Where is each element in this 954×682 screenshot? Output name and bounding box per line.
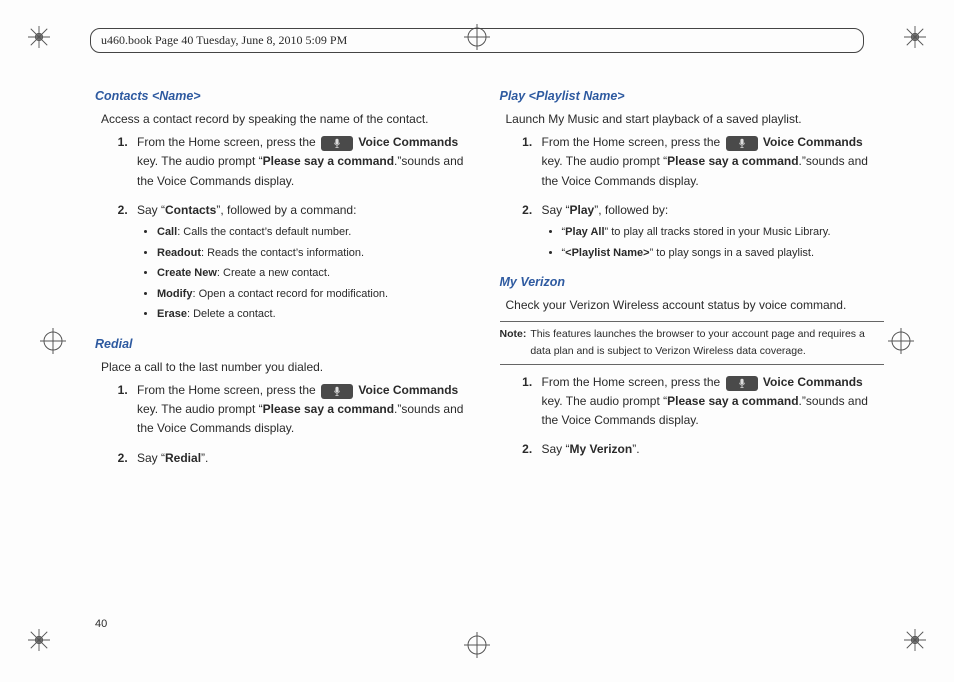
registration-mark-icon (464, 632, 490, 658)
play-step-1: From the Home screen, press the Voice Co… (536, 133, 885, 191)
verizon-steps: From the Home screen, press the Voice Co… (500, 373, 885, 460)
crop-ornament-icon (28, 26, 50, 53)
voice-commands-key-icon (726, 136, 758, 151)
verizon-step-1: From the Home screen, press the Voice Co… (536, 373, 885, 431)
list-item: Modify: Open a contact record for modifi… (157, 286, 480, 304)
list-item: Create New: Create a new contact. (157, 265, 480, 283)
framemaker-header-text: u460.book Page 40 Tuesday, June 8, 2010 … (101, 33, 347, 47)
play-step-2: Say “Play”, followed by: “Play All” to p… (536, 201, 885, 262)
redial-step-2: Say “Redial”. (131, 449, 480, 468)
note-label: Note: (500, 326, 527, 360)
crop-ornament-icon (904, 629, 926, 656)
list-item: “Play All” to play all tracks stored in … (562, 224, 885, 242)
list-item: “<Playlist Name>” to play songs in a sav… (562, 245, 885, 263)
crop-ornament-icon (904, 26, 926, 53)
left-column: Contacts <Name> Access a contact record … (95, 82, 480, 612)
framemaker-header-bar: u460.book Page 40 Tuesday, June 8, 2010 … (90, 28, 864, 53)
contacts-steps: From the Home screen, press the Voice Co… (95, 133, 480, 324)
page-number: 40 (95, 618, 107, 630)
heading-play: Play <Playlist Name> (500, 86, 885, 106)
redial-intro: Place a call to the last number you dial… (101, 358, 480, 377)
play-steps: From the Home screen, press the Voice Co… (500, 133, 885, 262)
list-item: Call: Calls the contact’s default number… (157, 224, 480, 242)
contacts-subcommands: Call: Calls the contact’s default number… (137, 224, 480, 324)
redial-step-1: From the Home screen, press the Voice Co… (131, 381, 480, 439)
play-intro: Launch My Music and start playback of a … (506, 110, 885, 129)
verizon-intro: Check your Verizon Wireless account stat… (506, 296, 885, 315)
note-text: This features launches the browser to yo… (530, 326, 884, 360)
heading-contacts: Contacts <Name> (95, 86, 480, 106)
contacts-intro: Access a contact record by speaking the … (101, 110, 480, 129)
play-subcommands: “Play All” to play all tracks stored in … (542, 224, 885, 262)
contacts-step-2: Say “Contacts”, followed by a command: C… (131, 201, 480, 324)
registration-mark-icon (888, 328, 914, 354)
note-box: Note: This features launches the browser… (500, 321, 885, 365)
page-body: Contacts <Name> Access a contact record … (95, 82, 884, 612)
verizon-step-2: Say “My Verizon”. (536, 440, 885, 459)
heading-redial: Redial (95, 334, 480, 354)
voice-commands-key-icon (321, 136, 353, 151)
list-item: Erase: Delete a contact. (157, 306, 480, 324)
redial-steps: From the Home screen, press the Voice Co… (95, 381, 480, 468)
voice-commands-key-icon (726, 376, 758, 391)
registration-mark-icon (40, 328, 66, 354)
heading-my-verizon: My Verizon (500, 272, 885, 292)
contacts-step-1: From the Home screen, press the Voice Co… (131, 133, 480, 191)
voice-commands-key-icon (321, 384, 353, 399)
right-column: Play <Playlist Name> Launch My Music and… (500, 82, 885, 612)
crop-ornament-icon (28, 629, 50, 656)
list-item: Readout: Reads the contact’s information… (157, 245, 480, 263)
